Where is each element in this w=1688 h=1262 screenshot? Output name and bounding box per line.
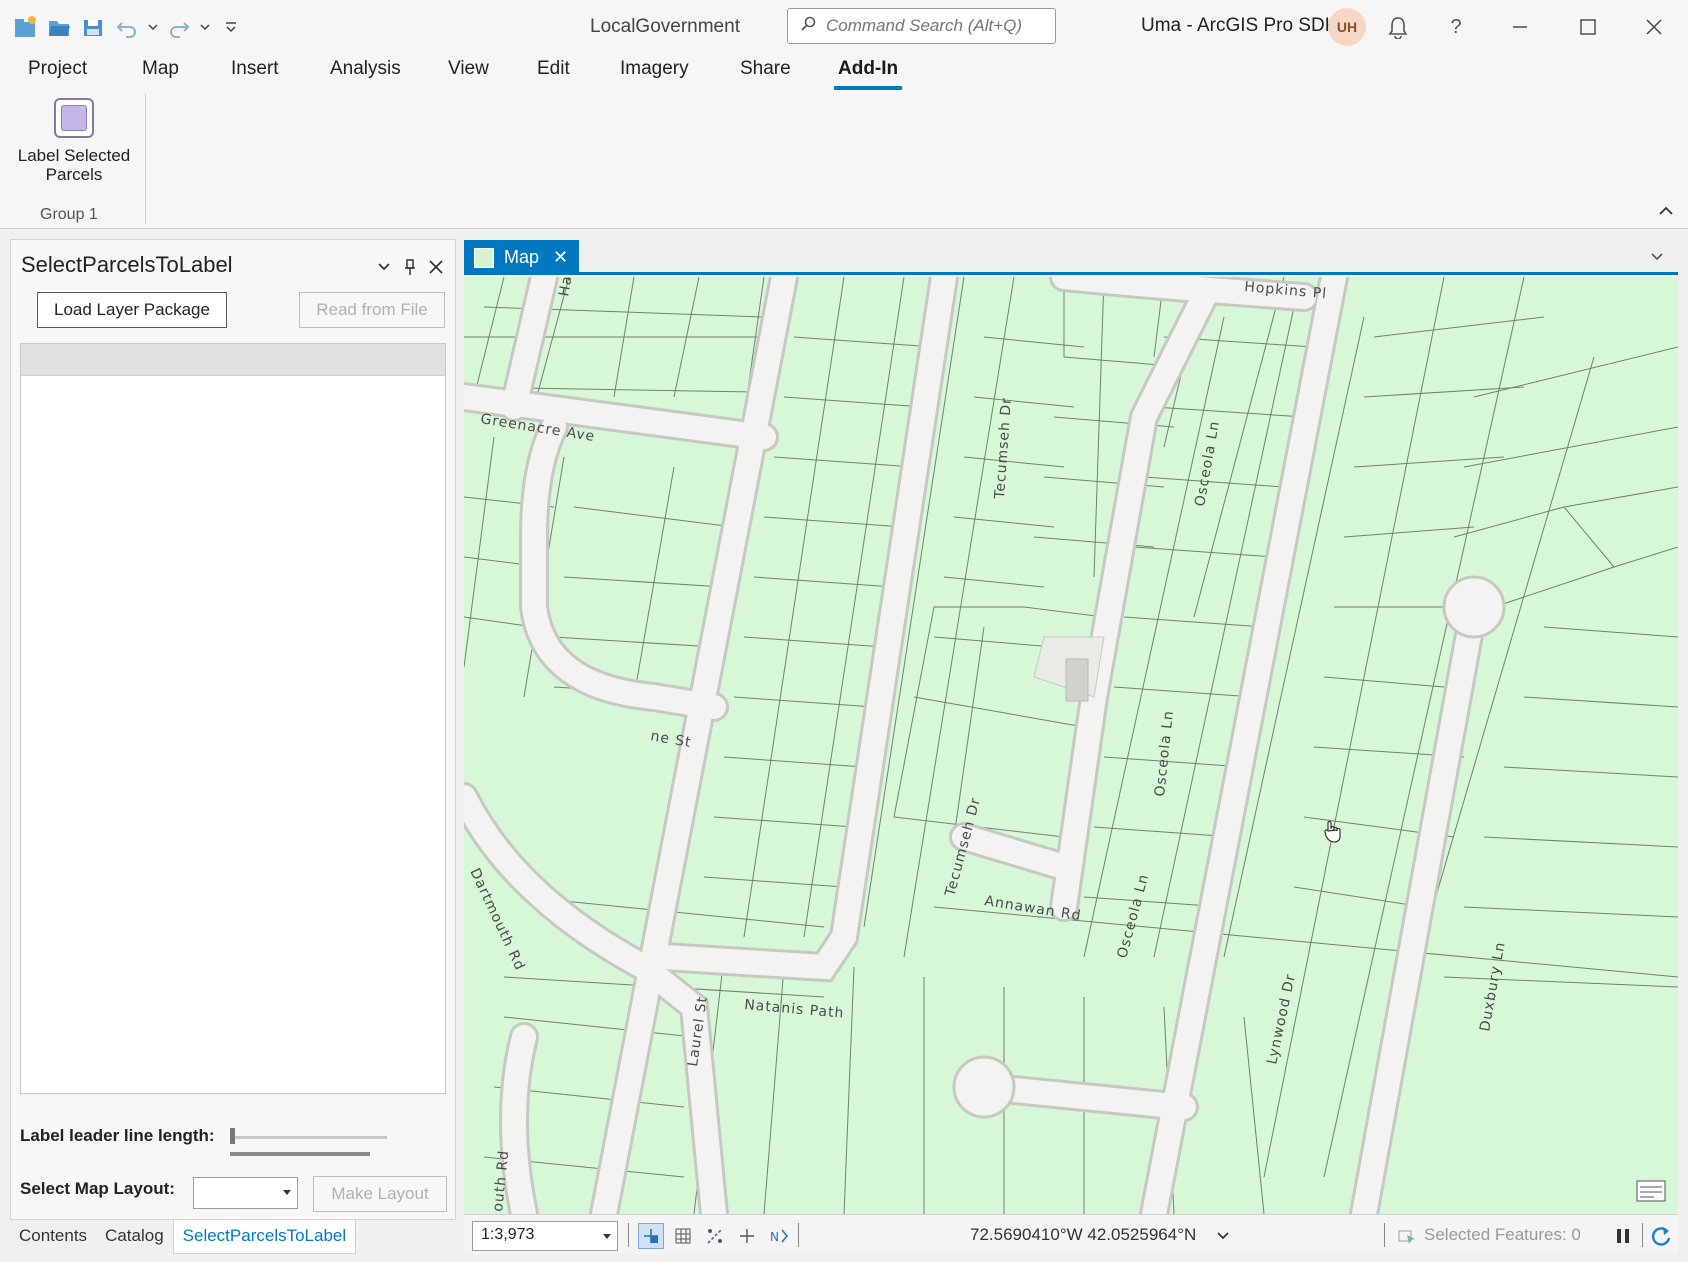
map-view-tab[interactable]: Map ✕	[464, 240, 579, 275]
signed-in-user[interactable]: Uma - ArcGIS Pro SDK	[1141, 15, 1337, 37]
parcel-map: Hopkins Pl Greenacre Ave Tecumseh Dr Tec…	[464, 277, 1678, 1214]
map-icon	[474, 247, 494, 268]
avatar[interactable]: UH	[1328, 8, 1366, 46]
project-name: LocalGovernment	[590, 16, 740, 37]
slider-thumb[interactable]	[230, 1128, 235, 1144]
select-map-layout-label: Select Map Layout:	[20, 1179, 175, 1198]
parcel-list-header	[21, 344, 445, 376]
tab-analysis[interactable]: Analysis	[326, 58, 405, 80]
help-button[interactable]: ?	[1436, 8, 1476, 46]
map-tab-label: Map	[504, 247, 540, 267]
add-in-button-icon	[54, 98, 94, 138]
refresh-icon[interactable]	[1648, 1223, 1674, 1249]
tab-map[interactable]: Map	[138, 58, 183, 80]
close-map-tab-icon[interactable]: ✕	[553, 247, 568, 268]
pin-icon[interactable]	[397, 254, 423, 280]
map-layout-dropdown[interactable]	[193, 1177, 298, 1209]
label-selected-parcels-line2: Parcels	[45, 165, 103, 184]
read-from-file-button[interactable]: Read from File	[299, 292, 445, 328]
ribbon-group-label: Group 1	[40, 206, 98, 223]
undo-dropdown-icon[interactable]	[144, 10, 162, 44]
command-search-box[interactable]	[787, 8, 1056, 44]
collapse-ribbon-icon[interactable]	[1658, 204, 1674, 222]
undo-icon[interactable]	[110, 10, 144, 44]
tab-share[interactable]: Share	[736, 58, 795, 80]
status-divider	[1642, 1223, 1643, 1247]
tab-contents[interactable]: Contents	[10, 1220, 96, 1254]
status-divider	[798, 1223, 799, 1247]
leader-length-slider[interactable]	[230, 1122, 387, 1156]
correction-icon[interactable]	[702, 1223, 728, 1249]
customize-toolbar-icon[interactable]	[214, 10, 248, 44]
save-project-icon[interactable]	[76, 10, 110, 44]
pane-title: SelectParcelsToLabel	[21, 252, 233, 277]
minimize-icon[interactable]	[1500, 8, 1540, 46]
search-icon	[800, 16, 816, 37]
status-divider	[1384, 1223, 1385, 1247]
chevron-down-icon	[603, 1234, 611, 1239]
tab-insert[interactable]: Insert	[227, 58, 283, 80]
map-canvas[interactable]: Hopkins Pl Greenacre Ave Tecumseh Dr Tec…	[464, 277, 1678, 1214]
tab-select-parcels-to-label[interactable]: SelectParcelsToLabel	[172, 1220, 357, 1254]
coordinate-readout: 72.5690410°W 42.0525964°N	[970, 1225, 1197, 1244]
north-arrow-icon[interactable]: N	[766, 1223, 792, 1249]
scale-dropdown[interactable]: 1:3,973	[472, 1221, 618, 1251]
make-layout-button[interactable]: Make Layout	[313, 1176, 447, 1212]
quick-access-toolbar	[8, 10, 248, 44]
chevron-down-icon	[283, 1190, 291, 1195]
tab-edit[interactable]: Edit	[533, 58, 574, 80]
parcel-list[interactable]	[20, 343, 446, 1094]
tab-view[interactable]: View	[444, 58, 493, 80]
label-selected-parcels-line1: Label Selected	[17, 146, 131, 165]
svg-text:N: N	[770, 1230, 779, 1244]
tab-imagery[interactable]: Imagery	[616, 58, 693, 80]
ribbon-group-divider	[145, 94, 146, 224]
pane-options-chevron-icon[interactable]	[371, 254, 397, 280]
open-project-icon[interactable]	[42, 10, 76, 44]
scale-value: 1:3,973	[481, 1226, 535, 1243]
selected-features-count: Selected Features: 0	[1424, 1225, 1581, 1244]
ribbon-panel: Label Selected Parcels Group 1	[0, 94, 1688, 229]
command-search-input[interactable]	[824, 15, 1044, 37]
pane-bottom-tabs: Contents Catalog SelectParcelsToLabel	[10, 1220, 357, 1254]
redo-icon[interactable]	[162, 10, 196, 44]
new-project-icon[interactable]	[8, 10, 42, 44]
load-layer-package-button[interactable]: Load Layer Package	[37, 292, 227, 328]
pause-drawing-icon[interactable]	[1610, 1223, 1636, 1249]
select-parcels-pane: SelectParcelsToLabel Load Layer Package …	[10, 239, 456, 1220]
tab-catalog[interactable]: Catalog	[96, 1220, 173, 1254]
tab-list-chevron-icon[interactable]	[1650, 249, 1664, 267]
map-tabstrip: Map ✕	[464, 239, 1678, 275]
leader-length-label: Label leader line length:	[20, 1126, 215, 1145]
close-pane-icon[interactable]	[423, 254, 449, 280]
tab-add-in[interactable]: Add-In	[834, 58, 903, 90]
selected-features-icon	[1394, 1223, 1420, 1249]
constraints-icon[interactable]	[734, 1223, 760, 1249]
status-divider	[628, 1223, 629, 1247]
grid-icon[interactable]	[670, 1223, 696, 1249]
snapping-icon[interactable]	[638, 1223, 664, 1249]
map-status-bar: 1:3,973 N 72.5690410°W 42.0525964°N Sele…	[464, 1214, 1678, 1254]
redo-dropdown-icon[interactable]	[196, 10, 214, 44]
tab-project[interactable]: Project	[24, 58, 91, 80]
maximize-icon[interactable]	[1568, 8, 1608, 46]
ribbon-tabs: Project Map Insert Analysis View Edit Im…	[0, 54, 1688, 94]
coordinate-format-chevron-icon[interactable]	[1210, 1223, 1236, 1249]
notifications-bell-icon[interactable]	[1378, 8, 1418, 46]
label-selected-parcels-button[interactable]: Label Selected Parcels	[12, 98, 136, 196]
close-window-icon[interactable]	[1634, 8, 1674, 46]
title-bar: LocalGovernment Uma - ArcGIS Pro SDK UH …	[0, 0, 1688, 54]
